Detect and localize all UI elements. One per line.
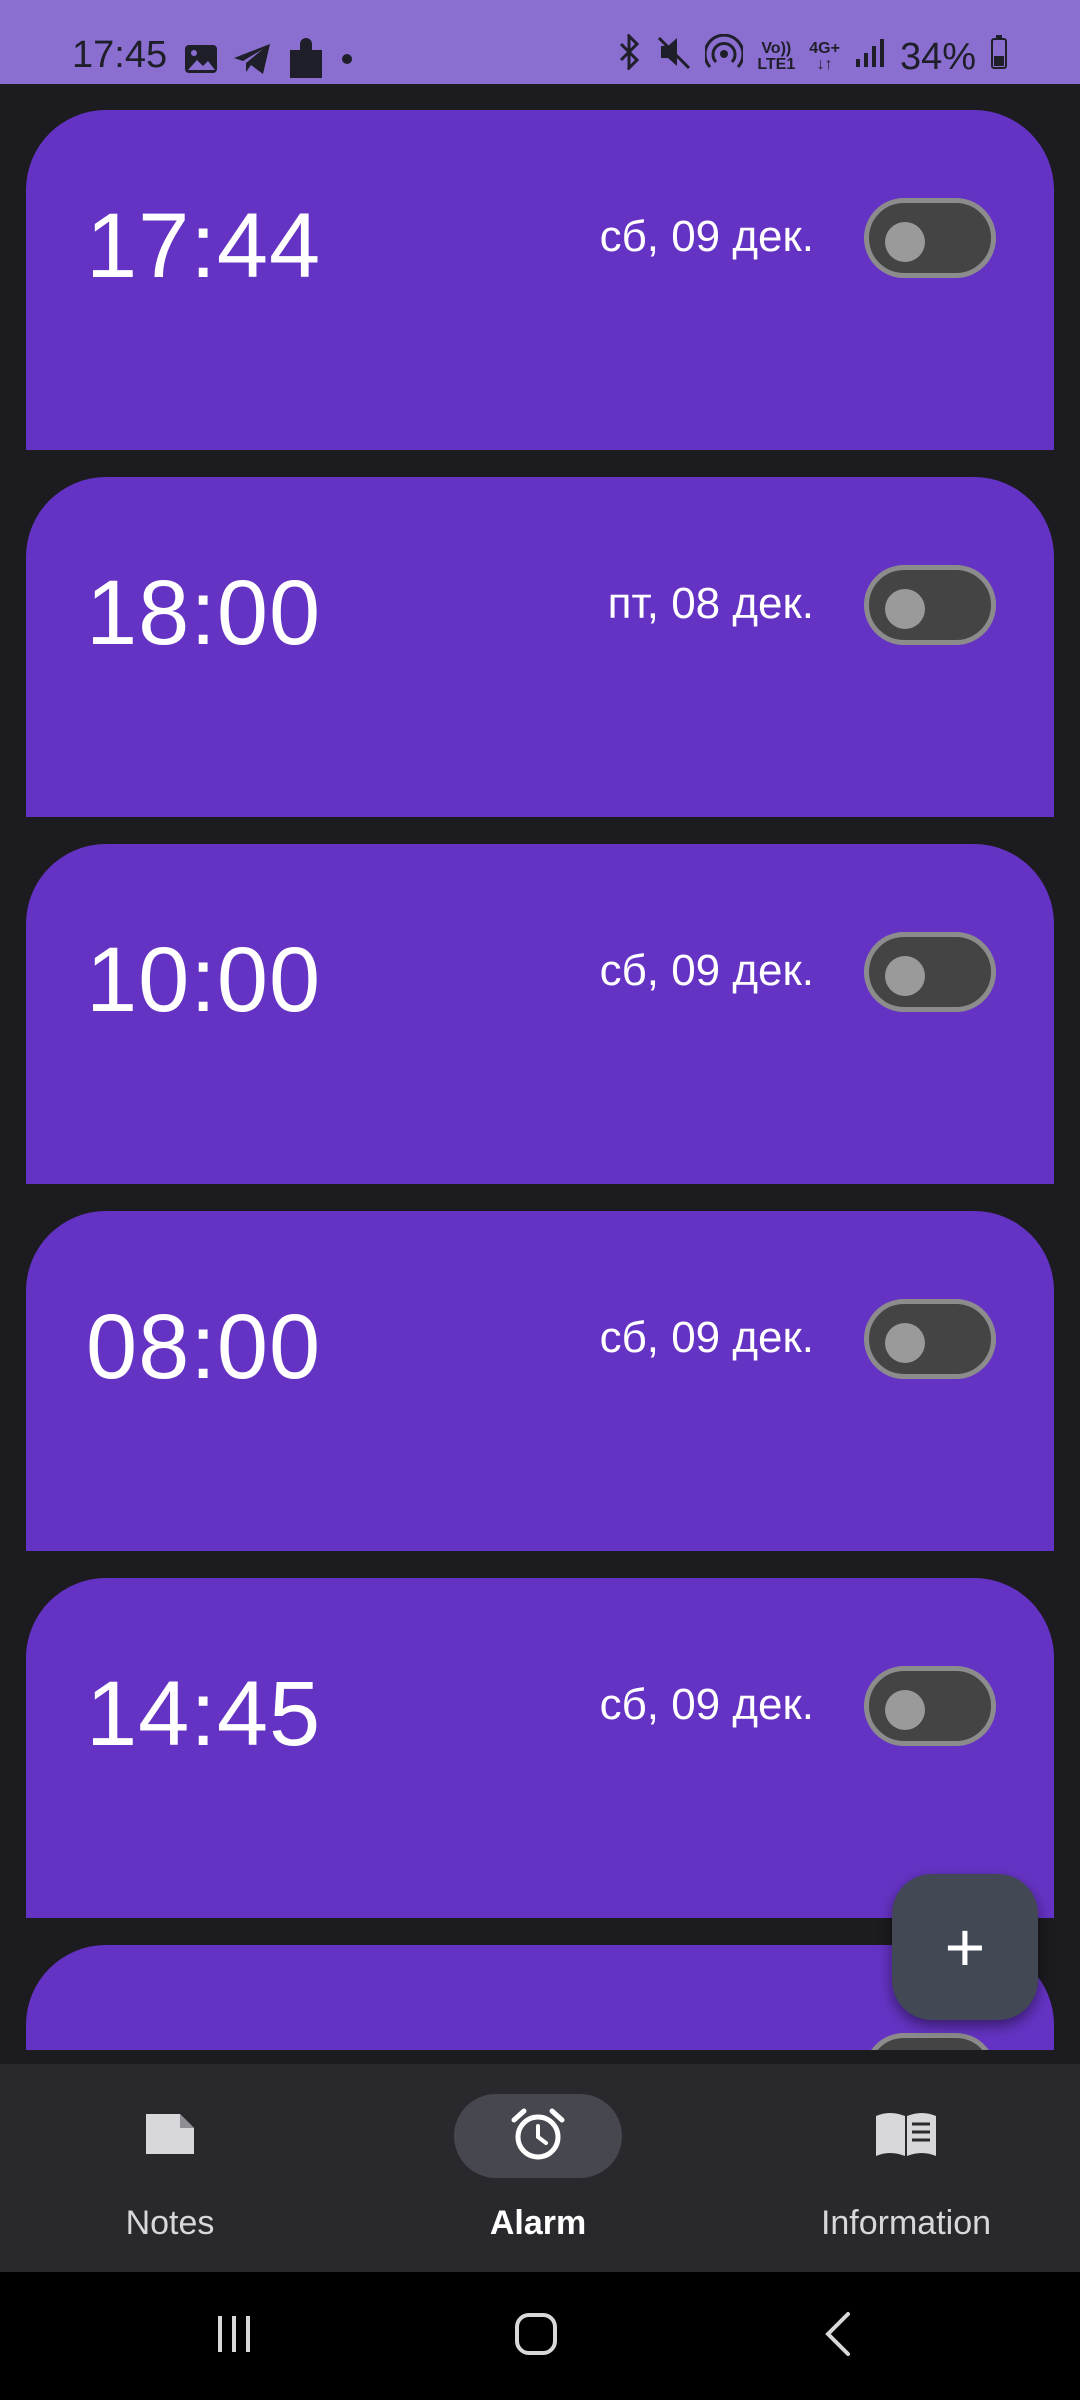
toggle-knob — [885, 1690, 925, 1730]
hotspot-icon — [703, 33, 745, 80]
volte-top-label: Vo)) — [761, 40, 792, 57]
alarm-card[interactable]: 17:44 сб, 09 дек. — [26, 110, 1054, 450]
book-icon — [874, 2110, 938, 2163]
battery-icon — [990, 34, 1008, 80]
alarm-date: сб, 09 дек. — [599, 946, 814, 995]
alarm-card[interactable]: 14:45 сб, 09 дек. — [26, 1578, 1054, 1918]
recents-button[interactable] — [154, 2272, 314, 2400]
alarm-time: 18:00 — [86, 562, 322, 664]
alarm-toggle[interactable] — [864, 198, 996, 278]
toggle-knob — [885, 222, 925, 262]
bluetooth-icon — [617, 32, 643, 80]
nav-label-notes: Notes — [125, 2204, 215, 2242]
home-button[interactable] — [456, 2272, 616, 2400]
puzzle-icon — [286, 36, 326, 87]
nav-label-information: Information — [820, 2204, 992, 2242]
alarm-toggle[interactable] — [864, 1666, 996, 1746]
alarm-toggle[interactable] — [864, 565, 996, 645]
alarm-date: сб, 09 дек. — [599, 1313, 814, 1362]
alarm-time: 10:00 — [86, 929, 322, 1031]
telegram-icon — [232, 42, 272, 81]
dot-icon — [340, 52, 354, 71]
status-bar: 17:45 Vo)) LTE1 4G+ ↓↑ 34% — [0, 0, 1080, 84]
alarm-clock-icon — [510, 2106, 566, 2167]
system-status-icons: Vo)) LTE1 4G+ ↓↑ 34% — [617, 32, 1008, 80]
add-alarm-button[interactable]: + — [892, 1874, 1038, 2020]
alarm-toggle[interactable] — [864, 1299, 996, 1379]
nav-pill-alarm — [454, 2094, 622, 2178]
mute-icon — [657, 34, 691, 80]
volte-bottom-label: LTE1 — [757, 56, 796, 73]
alarm-time: 14:45 — [86, 1663, 322, 1765]
back-icon — [820, 2310, 856, 2363]
alarm-time: 17:44 — [86, 195, 322, 297]
notification-icons — [184, 36, 354, 87]
nav-item-notes[interactable]: Notes — [30, 2094, 310, 2244]
volte-icon: Vo)) LTE1 — [757, 41, 795, 73]
nav-label-alarm: Alarm — [489, 2204, 587, 2242]
note-icon — [142, 2110, 198, 2163]
alarm-card[interactable]: 08:00 сб, 09 дек. — [26, 1211, 1054, 1551]
nav-pill-notes — [86, 2094, 254, 2178]
toggle-knob — [885, 956, 925, 996]
battery-percent: 34% — [899, 35, 976, 78]
nav-item-alarm[interactable]: Alarm — [398, 2094, 678, 2244]
toggle-knob — [885, 1323, 925, 1363]
alarm-date: сб, 09 дек. — [599, 1680, 814, 1729]
alarm-date: сб, 09 дек. — [599, 212, 814, 261]
data-arrows: ↓↑ — [816, 56, 833, 73]
toggle-knob — [885, 589, 925, 629]
alarm-card[interactable]: 10:00 сб, 09 дек. — [26, 844, 1054, 1184]
alarm-list[interactable]: 17:44 сб, 09 дек. 18:00 пт, 08 дек. 10:0… — [0, 84, 1080, 2050]
image-icon — [184, 44, 218, 79]
alarm-toggle[interactable] — [864, 932, 996, 1012]
bottom-navigation: Notes Alarm Information — [0, 2064, 1080, 2272]
nav-pill-information — [822, 2094, 990, 2178]
alarm-card[interactable]: 18:00 пт, 08 дек. — [26, 477, 1054, 817]
recents-icon — [212, 2312, 256, 2361]
4g-icon: 4G+ ↓↑ — [809, 41, 840, 73]
net-type-label: 4G+ — [809, 40, 840, 57]
alarm-date: пт, 08 дек. — [607, 579, 814, 628]
plus-icon: + — [944, 1908, 986, 1986]
alarm-toggle[interactable] — [864, 2033, 996, 2050]
signal-icon — [854, 36, 886, 79]
home-icon — [512, 2310, 560, 2363]
system-navigation-bar — [0, 2272, 1080, 2400]
status-time: 17:45 — [72, 34, 168, 76]
back-button[interactable] — [758, 2272, 918, 2400]
alarm-time: 08:00 — [86, 1296, 322, 1398]
nav-item-information[interactable]: Information — [766, 2094, 1046, 2244]
